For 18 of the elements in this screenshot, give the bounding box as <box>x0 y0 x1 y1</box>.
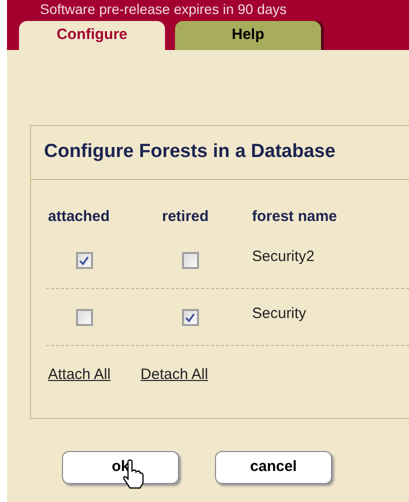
checkmark-icon <box>79 256 89 266</box>
checkbox[interactable] <box>182 309 198 326</box>
forest-name: Security <box>252 304 306 324</box>
checkbox[interactable] <box>76 309 92 326</box>
column-header: attached <box>47 207 111 227</box>
forest-name: Security2 <box>252 247 315 267</box>
tab[interactable]: Help <box>175 21 321 50</box>
expiry-notice: Software pre-release expires in 90 days <box>39 1 288 17</box>
column-header: forest name <box>252 207 338 227</box>
checkbox[interactable] <box>76 252 92 269</box>
link[interactable]: Attach All <box>48 364 111 386</box>
dialog-button[interactable]: cancel <box>215 451 332 484</box>
checkmark-icon <box>185 312 195 322</box>
tab[interactable]: Configure <box>19 21 165 50</box>
link[interactable]: Detach All <box>140 364 208 386</box>
column-header: retired <box>161 207 210 227</box>
checkbox[interactable] <box>182 252 198 269</box>
panel-title: Configure Forests in a Database <box>31 126 409 180</box>
